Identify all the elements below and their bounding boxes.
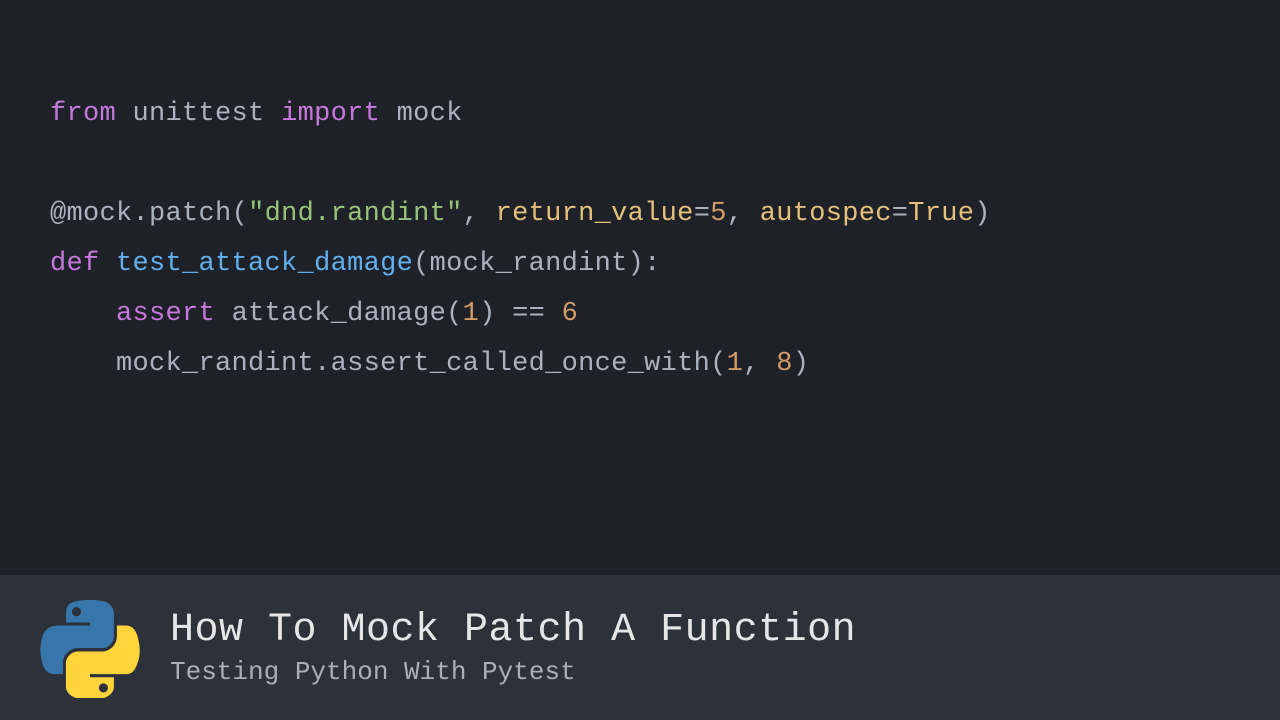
footer-title: How To Mock Patch A Function [170, 608, 856, 653]
footer-subtitle: Testing Python With Pytest [170, 657, 856, 687]
footer-text-group: How To Mock Patch A Function Testing Pyt… [170, 608, 856, 687]
code-line-5: mock_randint.assert_called_once_with(1, … [50, 340, 1230, 390]
code-line-4: assert attack_damage(1) == 6 [50, 290, 1230, 340]
code-line-2: @mock.patch("dnd.randint", return_value=… [50, 190, 1230, 240]
code-block: from unittest import mock @mock.patch("d… [0, 0, 1280, 390]
code-blank-line [50, 140, 1230, 190]
footer-bar: How To Mock Patch A Function Testing Pyt… [0, 575, 1280, 720]
python-logo-icon [40, 598, 140, 698]
code-line-3: def test_attack_damage(mock_randint): [50, 240, 1230, 290]
code-line-1: from unittest import mock [50, 90, 1230, 140]
